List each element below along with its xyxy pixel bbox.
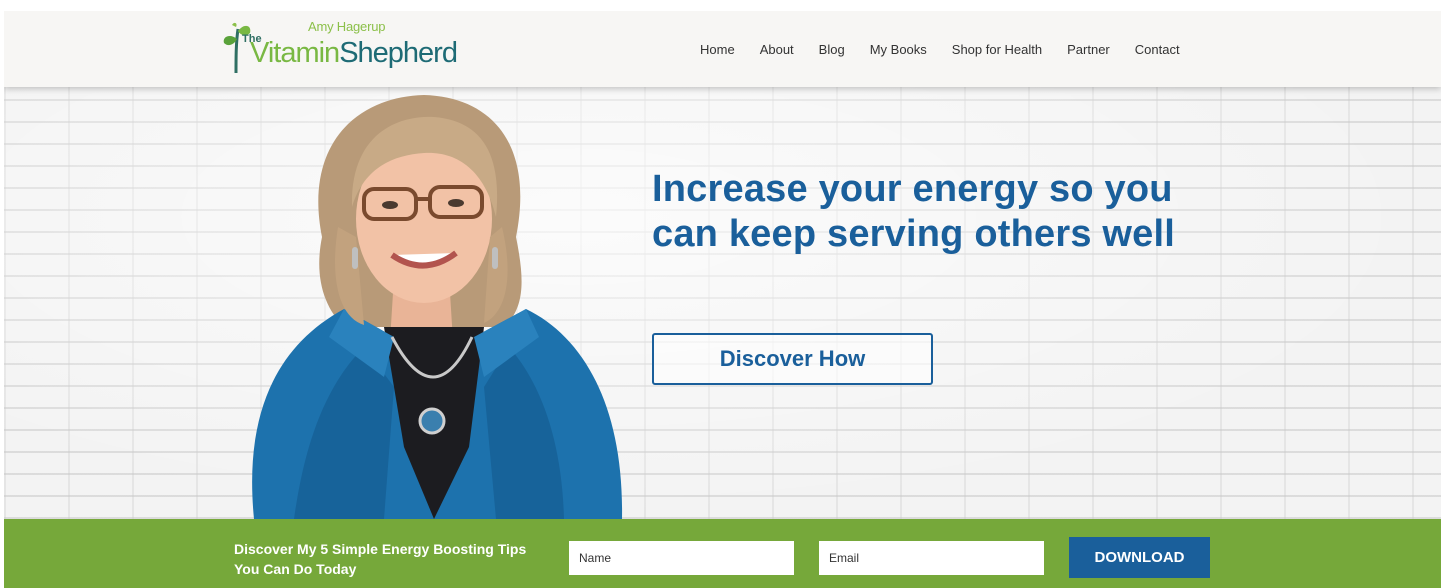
download-button[interactable]: DOWNLOAD: [1069, 537, 1210, 578]
name-field[interactable]: [569, 541, 794, 575]
portrait-photo: [252, 95, 623, 519]
logo-word-vitamin: Vitamin: [250, 37, 340, 69]
nav-item-home[interactable]: Home: [700, 42, 735, 57]
page: Amy Hagerup The VitaminShepherd Home Abo…: [4, 11, 1441, 588]
discover-how-button[interactable]: Discover How: [652, 333, 933, 385]
leaf-logo-icon: [223, 22, 251, 74]
email-field[interactable]: [819, 541, 1044, 575]
hero-headline: Increase your energy so you can keep ser…: [652, 168, 1176, 255]
brick-wall-background: [4, 87, 1441, 519]
nav-item-partner[interactable]: Partner: [1067, 42, 1110, 57]
site-logo[interactable]: Amy Hagerup The VitaminShepherd: [220, 17, 480, 81]
logo-word-shepherd: Shepherd: [339, 37, 458, 69]
main-nav: Home About Blog My Books Shop for Health…: [700, 42, 1180, 57]
optin-text: Discover My 5 Simple Energy Boosting Tip…: [234, 541, 527, 577]
site-header: Amy Hagerup The VitaminShepherd Home Abo…: [4, 11, 1441, 87]
nav-item-contact[interactable]: Contact: [1135, 42, 1180, 57]
logo-tagline: Amy Hagerup: [308, 19, 386, 34]
nav-item-blog[interactable]: Blog: [819, 42, 845, 57]
hero-section: Increase your energy so you can keep ser…: [4, 87, 1441, 519]
nav-item-about[interactable]: About: [760, 42, 794, 57]
nav-item-shop-for-health[interactable]: Shop for Health: [952, 42, 1042, 57]
optin-bar: Discover My 5 Simple Energy Boosting Tip…: [4, 519, 1441, 588]
logo-wordmark: VitaminShepherd: [250, 37, 458, 70]
nav-item-my-books[interactable]: My Books: [870, 42, 927, 57]
